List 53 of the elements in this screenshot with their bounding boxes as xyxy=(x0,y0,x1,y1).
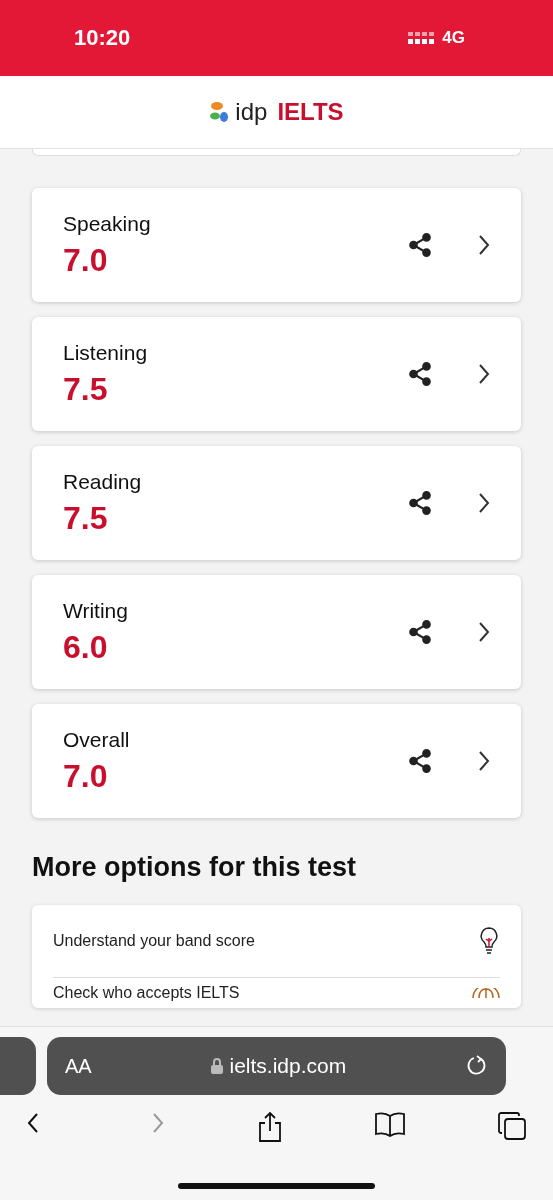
score-card[interactable]: Speaking 7.0 xyxy=(32,188,521,302)
score-card[interactable]: Reading 7.5 xyxy=(32,446,521,560)
share-button[interactable] xyxy=(407,619,433,645)
brand-name: IELTS xyxy=(277,98,344,126)
share-icon xyxy=(407,619,433,645)
score-card[interactable]: Listening 7.5 xyxy=(32,317,521,431)
share-icon xyxy=(407,361,433,387)
lightbulb-icon xyxy=(478,926,500,956)
share-button[interactable] xyxy=(407,748,433,774)
skill-label: Listening xyxy=(63,340,149,365)
option-link[interactable]: Understand your band score xyxy=(53,932,255,950)
chevron-right-icon xyxy=(477,749,491,773)
band-score: 7.0 xyxy=(63,241,109,279)
chevron-right-icon xyxy=(477,620,491,644)
skill-label: Reading xyxy=(63,469,143,494)
chevron-right-icon xyxy=(477,491,491,515)
tab-preview[interactable] xyxy=(0,1037,36,1095)
share-button[interactable] xyxy=(407,232,433,258)
globe-icon xyxy=(472,988,500,998)
skill-label: Speaking xyxy=(63,211,152,236)
text-size-button[interactable]: AA xyxy=(65,1054,92,1078)
book-icon xyxy=(373,1111,406,1137)
band-score: 6.0 xyxy=(63,628,109,666)
share-button[interactable] xyxy=(407,490,433,516)
section-title: More options for this test xyxy=(32,852,357,883)
band-score: 7.5 xyxy=(63,499,109,537)
chevron-left-icon xyxy=(26,1111,40,1135)
tabs-button[interactable] xyxy=(497,1111,527,1143)
signal-icon xyxy=(408,32,437,44)
network-label: 4G xyxy=(442,28,465,48)
skill-label: Overall xyxy=(63,727,131,752)
share-button[interactable] xyxy=(256,1111,283,1143)
band-score: 7.0 xyxy=(63,757,109,795)
skill-label: Writing xyxy=(63,598,129,623)
band-score: 7.5 xyxy=(63,370,109,408)
share-icon xyxy=(407,232,433,258)
share-icon xyxy=(256,1111,283,1143)
chevron-right-icon xyxy=(151,1111,166,1135)
reload-icon xyxy=(466,1055,488,1077)
score-card[interactable]: Overall 7.0 xyxy=(32,704,521,818)
tabs-icon xyxy=(497,1111,527,1141)
chevron-right-icon xyxy=(477,362,491,386)
share-icon xyxy=(407,748,433,774)
status-time: 10:20 xyxy=(74,25,131,51)
url-text: ielts.idp.com xyxy=(229,1054,347,1078)
option-link[interactable]: Check who accepts IELTS xyxy=(53,984,240,1002)
share-button[interactable] xyxy=(407,361,433,387)
address-bar[interactable]: AA ielts.idp.com xyxy=(47,1037,506,1095)
score-card[interactable]: Writing 6.0 xyxy=(32,575,521,689)
chevron-right-icon xyxy=(477,233,491,257)
logo-text: idp xyxy=(235,98,268,126)
lock-icon xyxy=(211,1058,224,1074)
share-icon xyxy=(407,490,433,516)
